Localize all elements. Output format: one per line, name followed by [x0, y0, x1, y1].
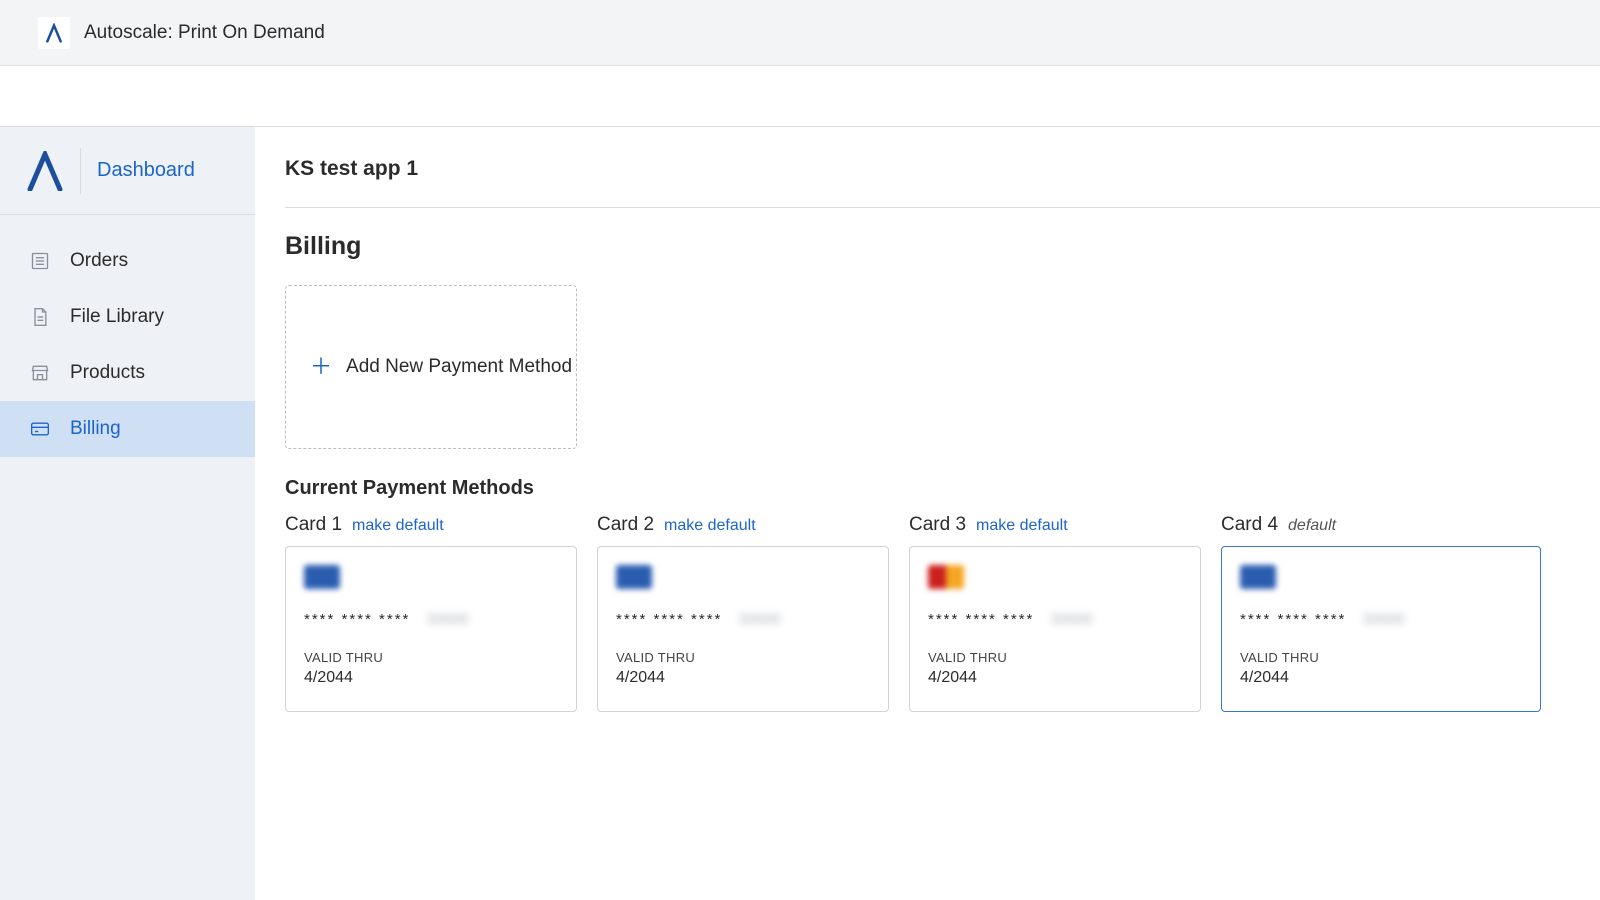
payment-card-3: Card 3 make default **** **** **** 0000 …	[909, 514, 1201, 712]
sidebar-item-products[interactable]: Products	[0, 345, 255, 401]
card-body[interactable]: **** **** **** 0000 VALID THRU 4/2044	[597, 546, 889, 712]
valid-thru-label: VALID THRU	[928, 650, 1182, 665]
card-mask: **** **** ****	[304, 611, 410, 628]
sidebar-item-label: Products	[70, 362, 145, 384]
card-title: Card 3	[909, 514, 966, 536]
payment-methods-row: Card 1 make default **** **** **** 0000 …	[285, 514, 1600, 712]
storefront-icon	[28, 361, 52, 385]
sidebar-header: Dashboard	[0, 127, 255, 215]
sidebar-item-billing[interactable]: Billing	[0, 401, 255, 457]
secondary-bar	[0, 66, 1600, 127]
sidebar: Dashboard Orders File Library Products	[0, 127, 255, 900]
card-brand-icon	[304, 565, 340, 589]
sidebar-item-label: Orders	[70, 250, 128, 272]
list-icon	[28, 249, 52, 273]
card-expiry: 4/2044	[1240, 669, 1522, 687]
plus-icon: ＋	[310, 356, 332, 378]
card-brand-icon	[616, 565, 652, 589]
card-last4: 0000	[1364, 611, 1405, 628]
make-default-link[interactable]: make default	[976, 517, 1068, 535]
valid-thru-label: VALID THRU	[304, 650, 558, 665]
card-last4: 0000	[1052, 611, 1093, 628]
card-mask: **** **** ****	[928, 611, 1034, 628]
section-title: Billing	[285, 232, 1600, 261]
sidebar-item-file-library[interactable]: File Library	[0, 289, 255, 345]
add-payment-label: Add New Payment Method	[346, 356, 572, 378]
make-default-link[interactable]: make default	[352, 517, 444, 535]
card-body[interactable]: **** **** **** 0000 VALID THRU 4/2044	[909, 546, 1201, 712]
card-expiry: 4/2044	[928, 669, 1182, 687]
card-mask: **** **** ****	[1240, 611, 1346, 628]
file-icon	[28, 305, 52, 329]
card-body[interactable]: **** **** **** 0000 VALID THRU 4/2044	[285, 546, 577, 712]
top-app-bar: Autoscale: Print On Demand	[0, 0, 1600, 66]
card-last4: 0000	[428, 611, 469, 628]
valid-thru-label: VALID THRU	[616, 650, 870, 665]
divider	[285, 207, 1600, 208]
card-title: Card 1	[285, 514, 342, 536]
sidebar-item-label: Billing	[70, 418, 121, 440]
vertical-divider	[80, 148, 81, 194]
card-mask: **** **** ****	[616, 611, 722, 628]
current-methods-title: Current Payment Methods	[285, 477, 1600, 500]
card-brand-icon	[1240, 565, 1276, 589]
main-content: KS test app 1 Billing ＋ Add New Payment …	[255, 127, 1600, 900]
sidebar-item-orders[interactable]: Orders	[0, 233, 255, 289]
payment-card-1: Card 1 make default **** **** **** 0000 …	[285, 514, 577, 712]
payment-card-2: Card 2 make default **** **** **** 0000 …	[597, 514, 889, 712]
default-badge: default	[1288, 517, 1336, 535]
dashboard-link[interactable]: Dashboard	[97, 159, 195, 182]
payment-card-4: Card 4 default **** **** **** 0000 VALID…	[1221, 514, 1513, 712]
page-app-name: KS test app 1	[285, 157, 1600, 181]
credit-card-icon	[28, 417, 52, 441]
app-logo-icon	[38, 17, 70, 49]
add-payment-method-button[interactable]: ＋ Add New Payment Method	[285, 285, 577, 449]
card-title: Card 2	[597, 514, 654, 536]
valid-thru-label: VALID THRU	[1240, 650, 1522, 665]
card-title: Card 4	[1221, 514, 1278, 536]
card-brand-icon	[928, 565, 964, 589]
app-title: Autoscale: Print On Demand	[84, 22, 325, 44]
make-default-link[interactable]: make default	[664, 517, 756, 535]
card-body[interactable]: **** **** **** 0000 VALID THRU 4/2044	[1221, 546, 1541, 712]
brand-logo-icon	[22, 148, 68, 194]
sidebar-nav: Orders File Library Products Billing	[0, 215, 255, 457]
card-expiry: 4/2044	[304, 669, 558, 687]
sidebar-item-label: File Library	[70, 306, 164, 328]
card-last4: 0000	[740, 611, 781, 628]
card-expiry: 4/2044	[616, 669, 870, 687]
